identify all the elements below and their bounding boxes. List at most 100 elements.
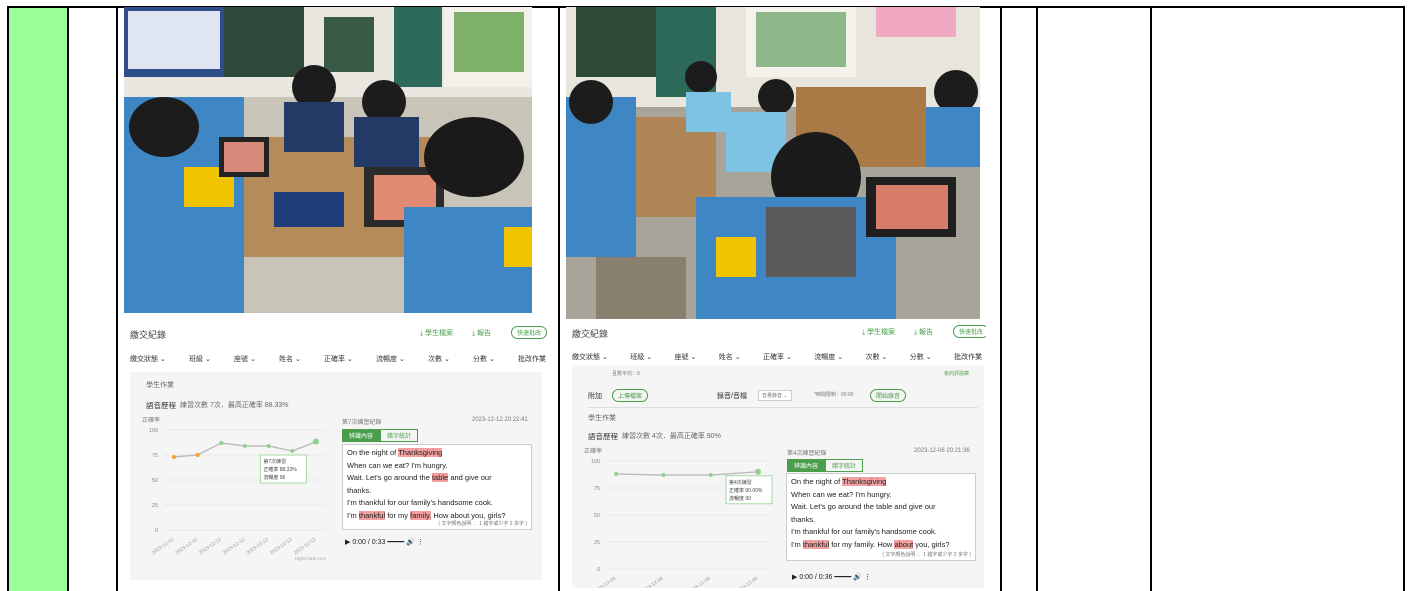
audio-player[interactable]: ▶ 0:00 / 0:33 ━━━━ 🔊 ⋮ [345, 538, 424, 546]
transcript-line: Wait. Let's go around the table and give… [791, 501, 971, 514]
download-report[interactable]: ⤓ 報告 [914, 327, 933, 337]
record-time: 2023-12-12 20:22:41 [472, 417, 528, 423]
record-label: 錄音/音檔 [717, 393, 747, 400]
x-tick-label: 2023-12-12 [245, 537, 270, 557]
filter-3[interactable]: 姓名 ⌄ [719, 352, 741, 362]
upload-file-button[interactable]: 上傳檔案 [612, 389, 649, 402]
audio-player[interactable]: ▶ 0:00 / 0:36 ━━━━ 🔊 ⋮ [792, 573, 871, 581]
y-tick-label: 50 [594, 513, 600, 519]
classroom-photo-2 [566, 7, 980, 319]
transcript-line: On the night of Thanksgiving [347, 447, 527, 460]
transcript-segment: I'm [791, 539, 803, 549]
history-stats: 練習次數 4次．最高正確率 90% [622, 433, 721, 440]
highlighted-word: thankful [802, 539, 830, 549]
data-point [614, 471, 618, 476]
filter-8[interactable]: 批改作業 [518, 354, 546, 364]
record-mode-select[interactable]: 音量錄音 ⌄ [758, 390, 792, 401]
filter-6[interactable]: 次數 ⌄ [428, 354, 450, 364]
tooltip-line: 第7次練習 [263, 458, 286, 465]
transcript-box[interactable]: On the night of Thanksgiving When can we … [786, 473, 976, 561]
data-point [219, 441, 224, 445]
transcript-line: When can we eat? I'm hungry. [791, 489, 971, 502]
filter-2[interactable]: 座號 ⌄ [675, 352, 697, 362]
section-label: 學生作業 [588, 415, 616, 422]
table-col-7 [1152, 8, 1405, 591]
transcript-segment: thanks. [347, 485, 372, 495]
accuracy-chart: 正確率10075502502023-12-12 2023-12-12 2023-12… [142, 416, 326, 561]
start-recording-button[interactable]: 開始錄音 [870, 389, 907, 402]
download-student-file[interactable]: ⤓ 學生檔案 [420, 328, 453, 338]
quick-grade-button[interactable]: 快速批改 [953, 325, 986, 338]
document-page: 繳交紀錄 ⤓ 學生檔案 ⤓ 報告 快速批改 繳交狀態 ⌄ 班級 ⌄ 座號 ⌄ 姓名 ⌄… [0, 0, 1410, 591]
comment-bank-link[interactable]: 後的評語庫 [944, 370, 969, 377]
data-point [313, 438, 319, 445]
record-time: 2023-12-06 20:21:36 [914, 448, 970, 454]
filter-7[interactable]: 分數 ⌄ [910, 352, 932, 362]
filter-0[interactable]: 繳交狀態 ⌄ [572, 352, 608, 362]
x-tick-label: 2023-12-12 [198, 537, 223, 557]
record-title: 第7次練習紀錄 [342, 420, 382, 426]
transcript-segment: Wait. Let's go around the table and give… [791, 502, 936, 511]
section-label: 學生作業 [146, 382, 174, 389]
x-tick-label: 2023-12-06 [640, 576, 665, 588]
filter-5[interactable]: 流暢度 ⌄ [814, 352, 843, 362]
filter-1[interactable]: 班級 ⌄ [630, 352, 652, 362]
download-student-label: 學生檔案 [425, 330, 454, 337]
filter-bar: 繳交狀態 ⌄ 班級 ⌄ 座號 ⌄ 姓名 ⌄ 正確率 ⌄ 流暢度 ⌄ 次數 ⌄ 分數 ⌄ 批改作業 [572, 352, 982, 362]
record-tabs: 辨識內容 錯字統計 [342, 429, 419, 442]
filter-8[interactable]: 批改作業 [954, 352, 982, 362]
transcript-line: I'm thankful for our family's handsome c… [347, 497, 527, 510]
download-student-file[interactable]: ⤓ 學生檔案 [862, 327, 895, 337]
student-work-panel: 學生作業 語音歷程 練習次數 7次．最高正確率 88.33% 第7次練習紀錄 2… [130, 372, 542, 580]
y-tick-label: 50 [152, 478, 158, 484]
transcript-segment: for my family. How [829, 539, 895, 549]
tab-recognized-content[interactable]: 辨識內容 [342, 429, 381, 442]
transcript-line: When can we eat? I'm hungry. [347, 460, 527, 473]
x-tick-label: 2023-12-06 [687, 576, 712, 588]
series-line [615, 471, 759, 476]
transcript-segment: When can we eat? I'm hungry. [347, 460, 448, 470]
audio-time: 0:00 / 0:36 [799, 574, 833, 581]
transcript-box[interactable]: On the night of Thanksgiving When can we … [342, 444, 532, 530]
y-tick-label: 100 [591, 459, 600, 465]
data-point [708, 473, 713, 478]
screen-title: 繳交紀錄 [130, 330, 167, 340]
y-tick-label: 25 [152, 503, 158, 509]
filter-4[interactable]: 正確率 ⌄ [324, 354, 353, 364]
data-point [195, 453, 200, 457]
y-tick-label: 75 [152, 453, 158, 459]
download-report[interactable]: ⤓ 報告 [472, 328, 491, 338]
y-tick-label: 100 [149, 428, 158, 434]
y-tick-label: 0 [155, 528, 158, 534]
filter-4[interactable]: 正確率 ⌄ [763, 352, 792, 362]
record-title: 第4次練習紀錄 [787, 451, 827, 457]
submission-screenshot-1: 繳交紀錄 ⤓ 學生檔案 ⤓ 報告 快速批改 繳交狀態 ⌄ 班級 ⌄ 座號 ⌄ 姓名 ⌄… [124, 320, 548, 582]
history-title: 語音歷程 [588, 432, 618, 441]
x-tick-label: 2023-12-12 [269, 537, 294, 557]
tooltip-line: 流暢度 96 [263, 474, 285, 481]
history-stats: 練習次數 7次．最高正確率 88.33% [180, 402, 289, 409]
y-axis-title: 正確率 [142, 416, 160, 424]
filter-5[interactable]: 流暢度 ⌄ [376, 354, 405, 364]
divider [588, 407, 978, 408]
tab-recognized-content[interactable]: 辨識內容 [787, 459, 826, 472]
tab-error-stats[interactable]: 錯字統計 [380, 429, 419, 442]
filter-3[interactable]: 姓名 ⌄ [279, 354, 301, 364]
table-col-1 [9, 8, 69, 591]
filter-1[interactable]: 班級 ⌄ [189, 354, 211, 364]
filter-0[interactable]: 繳交狀態 ⌄ [130, 354, 166, 364]
tab-error-stats[interactable]: 錯字統計 [825, 459, 864, 472]
quick-grade-button[interactable]: 快速批改 [511, 326, 548, 339]
highlighted-word: Thanksgiving [398, 448, 443, 457]
transcript-segment: I'm thankful for our family's handsome c… [791, 527, 937, 536]
audio-time: 0:00 / 0:33 [352, 539, 386, 546]
filter-7[interactable]: 分數 ⌄ [473, 354, 495, 364]
x-tick-label: 2023-12-06 [593, 576, 618, 588]
transcript-line: Wait. Let's go around the table and give… [347, 472, 527, 485]
transcript-segment: On the night of [791, 477, 843, 486]
download-report-label: 報告 [477, 330, 492, 337]
filter-6[interactable]: 次數 ⌄ [866, 352, 888, 362]
x-tick-label: 2023-12-12 [222, 537, 247, 557]
transcript-segment: and give our [448, 473, 492, 482]
filter-2[interactable]: 座號 ⌄ [234, 354, 256, 364]
